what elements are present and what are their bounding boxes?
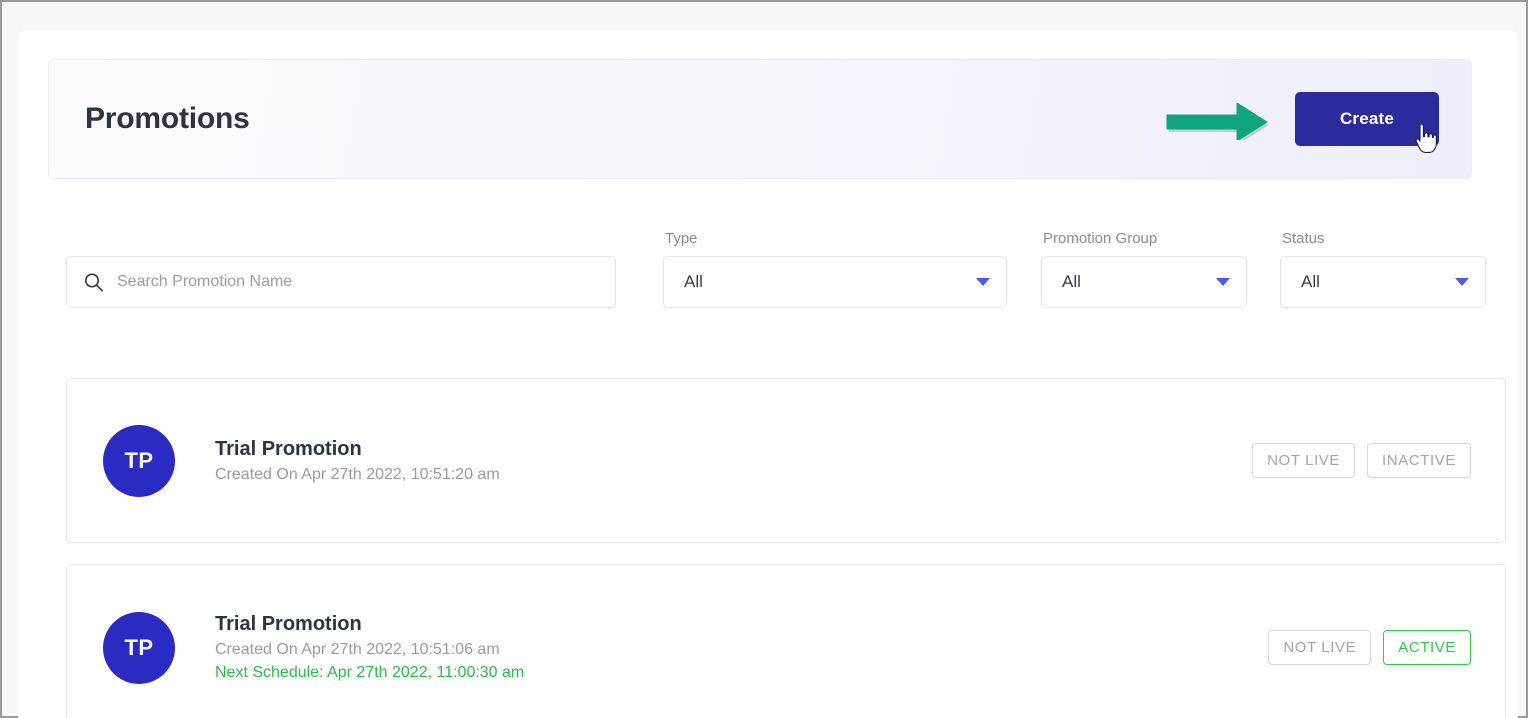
promotion-created-on: Created On Apr 27th 2022, 10:51:06 am — [215, 641, 500, 658]
header-actions: Create — [1166, 92, 1439, 153]
filter-type-label: Type — [665, 230, 698, 247]
status-badges: NOT LIVE INACTIVE — [1252, 443, 1471, 478]
promotion-created-on: Created On Apr 27th 2022, 10:51:20 am — [215, 465, 500, 483]
filter-type: Type All — [663, 230, 1007, 308]
promotion-card[interactable]: TP Trial Promotion Created On Apr 27th 2… — [66, 564, 1506, 718]
filter-status-value: All — [1301, 272, 1320, 291]
app-surface: Promotions Create Type — [18, 30, 1518, 718]
promotion-info: Trial Promotion Created On Apr 27th 2022… — [215, 613, 1268, 682]
filter-promotion-group: Promotion Group All — [1041, 230, 1247, 308]
filter-status-select[interactable]: All — [1280, 256, 1486, 308]
avatar: TP — [103, 424, 175, 497]
promotion-name: Trial Promotion — [215, 613, 362, 635]
filter-promotion-group-label: Promotion Group — [1043, 230, 1158, 247]
promotion-list: TP Trial Promotion Created On Apr 27th 2… — [66, 378, 1506, 718]
filter-type-value: All — [684, 272, 703, 291]
promotion-card[interactable]: TP Trial Promotion Created On Apr 27th 2… — [66, 378, 1506, 543]
avatar: TP — [103, 611, 175, 684]
status-badge-live: NOT LIVE — [1268, 630, 1372, 665]
search-field-wrapper — [66, 256, 616, 308]
filter-type-select[interactable]: All — [663, 256, 1007, 308]
status-badge-state: INACTIVE — [1367, 443, 1471, 478]
promotion-info: Trial Promotion Created On Apr 27th 2022… — [215, 438, 1252, 484]
filter-promotion-group-value: All — [1062, 272, 1081, 291]
status-badge-state: ACTIVE — [1383, 630, 1471, 665]
status-badge-live: NOT LIVE — [1252, 443, 1356, 478]
chevron-down-icon — [976, 278, 990, 286]
filter-status: Status All — [1280, 230, 1486, 308]
filter-status-label: Status — [1282, 230, 1325, 247]
filter-bar: Type All Promotion Group All Status All — [48, 230, 1488, 308]
search-input[interactable] — [66, 256, 616, 308]
page-header: Promotions Create — [48, 59, 1472, 179]
promotion-name: Trial Promotion — [215, 437, 362, 460]
page-title: Promotions — [85, 102, 250, 135]
create-button[interactable]: Create — [1295, 92, 1439, 146]
status-badges: NOT LIVE ACTIVE — [1268, 630, 1471, 665]
promotion-next-schedule: Next Schedule: Apr 27th 2022, 11:00:30 a… — [215, 664, 525, 681]
chevron-down-icon — [1455, 278, 1469, 286]
filter-promotion-group-select[interactable]: All — [1041, 256, 1247, 308]
chevron-down-icon — [1216, 278, 1230, 286]
